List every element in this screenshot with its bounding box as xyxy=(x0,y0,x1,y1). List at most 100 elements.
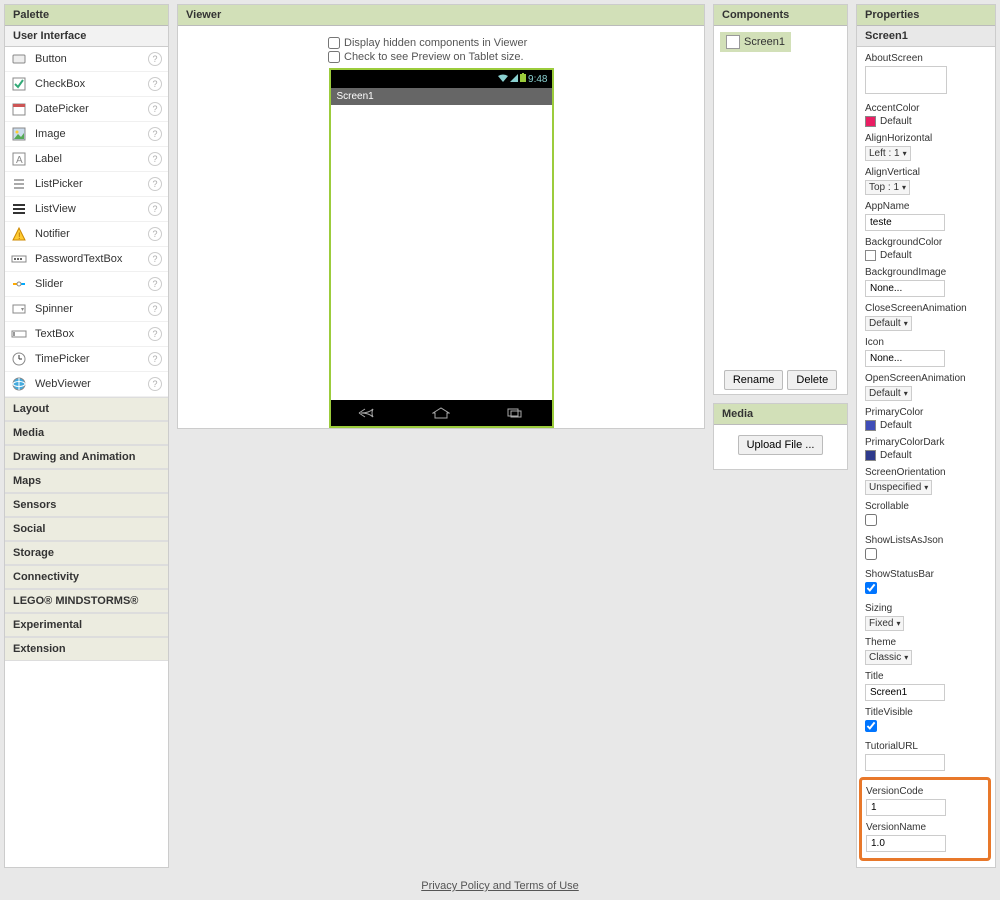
close-screen-animation-select[interactable]: Default xyxy=(865,316,912,331)
title-visible-checkbox[interactable] xyxy=(865,720,877,732)
phone-status-bar: 9:48 xyxy=(331,70,552,88)
palette-category-sensors[interactable]: Sensors xyxy=(5,493,168,517)
version-code-input[interactable] xyxy=(866,799,946,816)
help-icon[interactable]: ? xyxy=(148,152,162,166)
palette-category-connectivity[interactable]: Connectivity xyxy=(5,565,168,589)
rename-button[interactable]: Rename xyxy=(724,370,784,390)
align-horizontal-select[interactable]: Left : 1 xyxy=(865,146,911,161)
show-lists-json-checkbox[interactable] xyxy=(865,548,877,560)
palette-item-datepicker[interactable]: DatePicker? xyxy=(5,97,168,122)
palette-category-extension[interactable]: Extension xyxy=(5,637,168,661)
version-name-label: VersionName xyxy=(866,822,984,833)
palette-category-lego-mindstorms-[interactable]: LEGO® MINDSTORMS® xyxy=(5,589,168,613)
about-screen-label: AboutScreen xyxy=(865,53,987,64)
palette-category-ui[interactable]: User Interface xyxy=(5,26,168,47)
palette-item-label: Notifier xyxy=(35,228,148,240)
svg-text:!: ! xyxy=(18,231,21,241)
help-icon[interactable]: ? xyxy=(148,377,162,391)
help-icon[interactable]: ? xyxy=(148,227,162,241)
background-color-select[interactable]: Default xyxy=(865,250,987,261)
media-title: Media xyxy=(714,404,847,425)
primary-color-select[interactable]: Default xyxy=(865,420,987,431)
palette-item-label: ListView xyxy=(35,203,148,215)
screen-orientation-label: ScreenOrientation xyxy=(865,467,987,478)
tablet-preview-checkbox[interactable]: Check to see Preview on Tablet size. xyxy=(328,50,527,64)
scrollable-label: Scrollable xyxy=(865,501,987,512)
palette-item-label: CheckBox xyxy=(35,78,148,90)
about-screen-input[interactable] xyxy=(865,66,947,94)
checkbox-icon xyxy=(11,76,27,92)
icon-input[interactable] xyxy=(865,350,945,367)
scrollable-checkbox[interactable] xyxy=(865,514,877,526)
background-image-input[interactable] xyxy=(865,280,945,297)
privacy-link[interactable]: Privacy Policy and Terms of Use xyxy=(421,880,579,892)
palette-category-social[interactable]: Social xyxy=(5,517,168,541)
palette-item-notifier[interactable]: ! Notifier? xyxy=(5,222,168,247)
open-screen-animation-label: OpenScreenAnimation xyxy=(865,373,987,384)
screen-orientation-select[interactable]: Unspecified xyxy=(865,480,932,495)
delete-button[interactable]: Delete xyxy=(787,370,837,390)
component-screen1[interactable]: Screen1 xyxy=(720,32,791,52)
palette-item-timepicker[interactable]: TimePicker? xyxy=(5,347,168,372)
sizing-label: Sizing xyxy=(865,603,987,614)
sizing-select[interactable]: Fixed xyxy=(865,616,904,631)
palette-item-label: Label xyxy=(35,153,148,165)
screen-icon xyxy=(726,35,740,49)
tutorial-url-input[interactable] xyxy=(865,754,945,771)
theme-select[interactable]: Classic xyxy=(865,650,912,665)
help-icon[interactable]: ? xyxy=(148,202,162,216)
show-status-bar-checkbox[interactable] xyxy=(865,582,877,594)
help-icon[interactable]: ? xyxy=(148,352,162,366)
help-icon[interactable]: ? xyxy=(148,252,162,266)
media-panel: Media Upload File ... xyxy=(713,403,848,470)
palette-item-label: ListPicker xyxy=(35,178,148,190)
palette-item-button[interactable]: Button? xyxy=(5,47,168,72)
screen-content-area[interactable] xyxy=(331,105,552,400)
help-icon[interactable]: ? xyxy=(148,302,162,316)
webviewer-icon xyxy=(11,376,27,392)
version-name-input[interactable] xyxy=(866,835,946,852)
components-panel: Components Screen1 Rename Delete xyxy=(713,4,848,395)
signal-icon xyxy=(510,74,518,85)
palette-item-slider[interactable]: Slider? xyxy=(5,272,168,297)
align-vertical-select[interactable]: Top : 1 xyxy=(865,180,910,195)
help-icon[interactable]: ? xyxy=(148,127,162,141)
help-icon[interactable]: ? xyxy=(148,52,162,66)
notifier-icon: ! xyxy=(11,226,27,242)
palette-category-experimental[interactable]: Experimental xyxy=(5,613,168,637)
palette-item-label[interactable]: ALabel? xyxy=(5,147,168,172)
help-icon[interactable]: ? xyxy=(148,102,162,116)
help-icon[interactable]: ? xyxy=(148,277,162,291)
palette-category-layout[interactable]: Layout xyxy=(5,397,168,421)
palette-category-media[interactable]: Media xyxy=(5,421,168,445)
upload-file-button[interactable]: Upload File ... xyxy=(738,435,824,455)
background-color-label: BackgroundColor xyxy=(865,237,987,248)
display-hidden-checkbox[interactable]: Display hidden components in Viewer xyxy=(328,36,527,50)
title-prop-input[interactable] xyxy=(865,684,945,701)
primary-color-dark-select[interactable]: Default xyxy=(865,450,987,461)
palette-item-passwordtextbox[interactable]: PasswordTextBox? xyxy=(5,247,168,272)
palette-category-maps[interactable]: Maps xyxy=(5,469,168,493)
palette-category-drawing-and-animation[interactable]: Drawing and Animation xyxy=(5,445,168,469)
app-name-label: AppName xyxy=(865,201,987,212)
palette-item-spinner[interactable]: Spinner? xyxy=(5,297,168,322)
palette-title: Palette xyxy=(5,5,168,26)
help-icon[interactable]: ? xyxy=(148,177,162,191)
palette-item-textbox[interactable]: TextBox? xyxy=(5,322,168,347)
app-name-input[interactable] xyxy=(865,214,945,231)
tutorial-url-label: TutorialURL xyxy=(865,741,987,752)
open-screen-animation-select[interactable]: Default xyxy=(865,386,912,401)
palette-item-listview[interactable]: ListView? xyxy=(5,197,168,222)
help-icon[interactable]: ? xyxy=(148,327,162,341)
palette-item-listpicker[interactable]: ListPicker? xyxy=(5,172,168,197)
palette-item-checkbox[interactable]: CheckBox? xyxy=(5,72,168,97)
accent-color-select[interactable]: Default xyxy=(865,116,987,127)
palette-item-label: PasswordTextBox xyxy=(35,253,148,265)
palette-category-storage[interactable]: Storage xyxy=(5,541,168,565)
palette-item-image[interactable]: Image? xyxy=(5,122,168,147)
listview-icon xyxy=(11,201,27,217)
help-icon[interactable]: ? xyxy=(148,77,162,91)
palette-item-webviewer[interactable]: WebViewer? xyxy=(5,372,168,397)
wifi-icon xyxy=(498,74,508,85)
show-status-bar-label: ShowStatusBar xyxy=(865,569,987,580)
